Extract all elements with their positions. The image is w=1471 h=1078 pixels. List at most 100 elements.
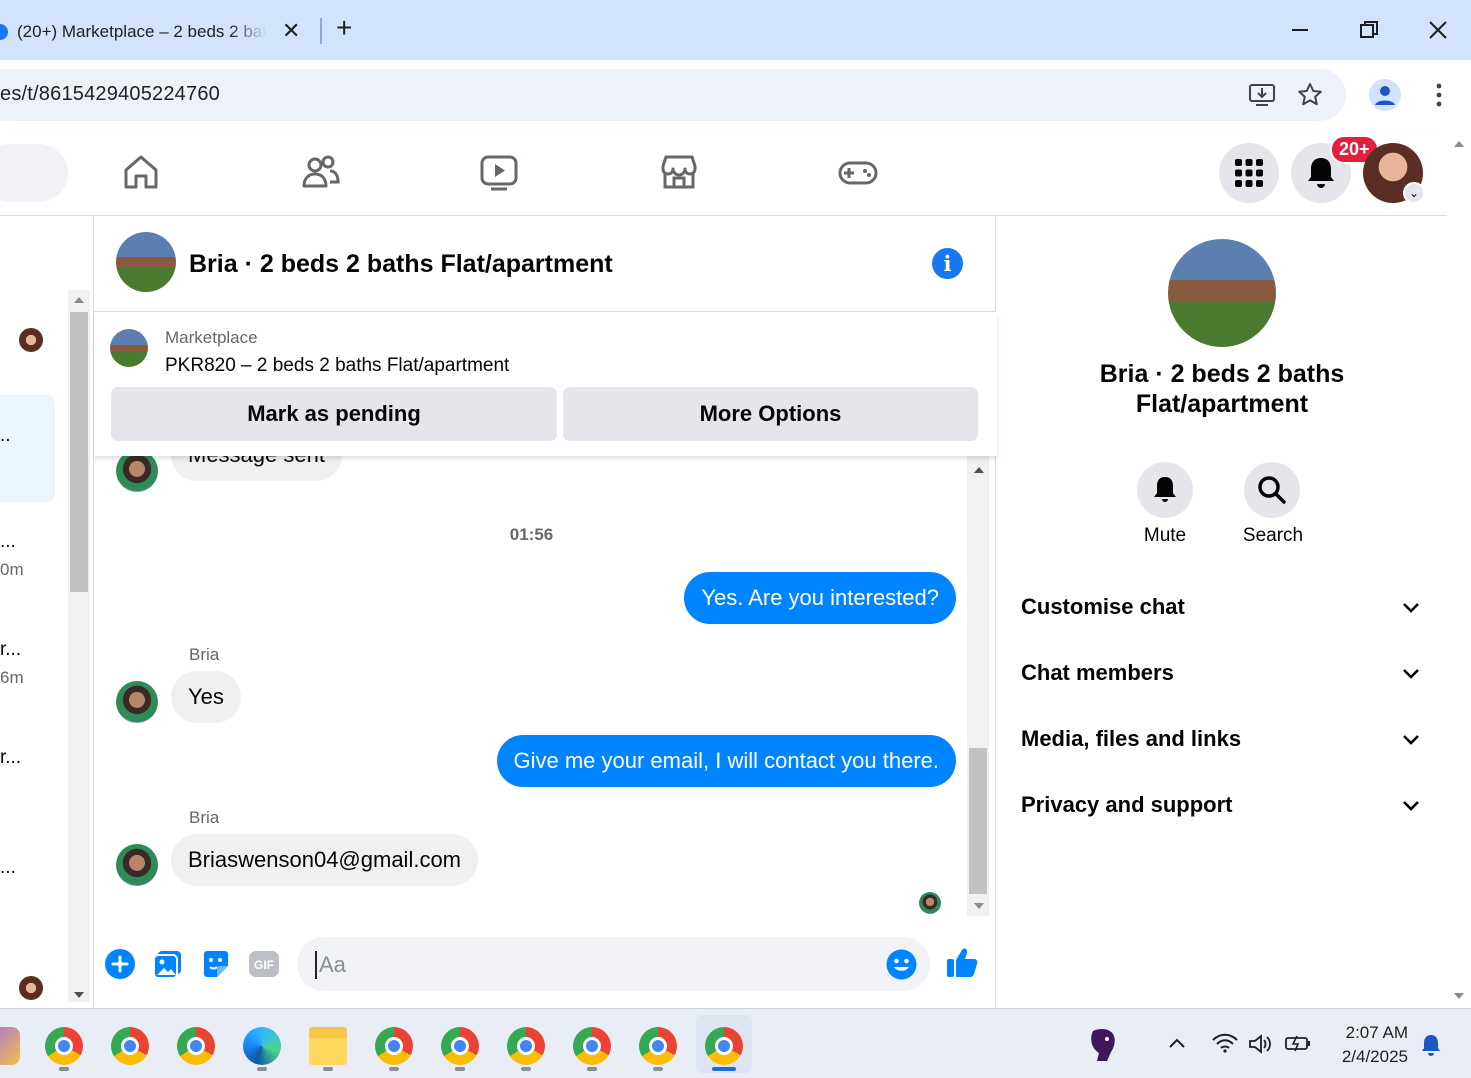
more-options-button[interactable]: More Options [563, 387, 978, 441]
chrome-profile-taskbar-icon[interactable] [375, 1027, 413, 1065]
media-files-links-section[interactable]: Media, files and links [996, 720, 1447, 760]
minimize-icon[interactable] [1290, 20, 1310, 40]
browser-tab[interactable]: (20+) Marketplace – 2 beds 2 baths ✕ [0, 8, 318, 60]
listing-thumbnail[interactable] [110, 329, 148, 367]
home-icon[interactable] [121, 152, 161, 192]
info-icon[interactable]: i [932, 248, 963, 279]
clock-time: 2:07 AM [1345, 1023, 1408, 1042]
scroll-down-arrow-icon[interactable] [73, 991, 85, 999]
install-app-icon[interactable] [1248, 82, 1276, 108]
address-bar[interactable]: es/t/8615429405224760 [0, 69, 1346, 121]
chat-scroll-up-icon[interactable] [973, 466, 985, 474]
url-text[interactable]: es/t/8615429405224760 [0, 83, 220, 106]
browser-menu-icon[interactable] [1430, 82, 1448, 108]
chat-scroll-down-icon[interactable] [973, 902, 985, 910]
mute-button[interactable] [1137, 462, 1193, 518]
chevron-down-icon [1403, 735, 1419, 745]
search-label: Search [1242, 525, 1304, 546]
premier-league-icon[interactable] [1087, 1027, 1119, 1063]
chrome-taskbar-icon[interactable] [45, 1027, 83, 1065]
browser-tab-strip: (20+) Marketplace – 2 beds 2 baths ✕ + [0, 0, 1471, 60]
tab-title: (20+) Marketplace – 2 beds 2 baths [17, 22, 267, 41]
svg-text:GIF: GIF [254, 958, 274, 972]
chevron-down-icon [1403, 801, 1419, 811]
conversation-name: r... [0, 747, 22, 768]
listing-profile-photo[interactable] [1168, 239, 1276, 347]
search-in-conversation-button[interactable] [1244, 462, 1300, 518]
sender-avatar [116, 681, 158, 723]
sender-avatar [116, 456, 158, 492]
search-icon [1258, 476, 1286, 504]
video-icon[interactable] [479, 152, 519, 192]
browser-toolbar: es/t/8615429405224760 [0, 60, 1471, 130]
chevron-down-icon [1403, 603, 1419, 613]
message-input[interactable] [315, 951, 875, 979]
conversation-item-active[interactable]: .. [0, 395, 55, 502]
listing-title[interactable]: PKR820 – 2 beds 2 baths Flat/apartment [165, 355, 509, 377]
message-input-container[interactable] [297, 937, 930, 991]
chrome-profile-taskbar-icon[interactable] [573, 1027, 611, 1065]
volume-icon[interactable] [1248, 1033, 1274, 1055]
scroll-up-arrow-icon[interactable] [73, 296, 85, 304]
mark-as-pending-button[interactable]: Mark as pending [111, 387, 557, 441]
conversation-details-panel: Bria · 2 beds 2 baths Flat/apartment Mut… [996, 216, 1447, 1008]
friends-icon[interactable] [300, 152, 340, 192]
account-chevron-icon[interactable]: ⌄ [1403, 182, 1425, 204]
notification-center-icon[interactable] [1420, 1033, 1442, 1057]
chrome-profile-taskbar-icon[interactable] [441, 1027, 479, 1065]
chat-title[interactable]: Bria · 2 beds 2 baths Flat/apartment [189, 250, 613, 279]
running-indicator [521, 1067, 531, 1071]
menu-grid-button[interactable] [1219, 143, 1279, 203]
conversation-item[interactable]: r... [0, 742, 55, 782]
bookmark-star-icon[interactable] [1297, 82, 1323, 108]
taskbar-app-icon[interactable] [0, 1027, 20, 1065]
chrome-taskbar-icon[interactable] [111, 1027, 149, 1065]
window-close-icon[interactable] [1427, 19, 1449, 41]
photo-icon[interactable] [152, 948, 184, 980]
facebook-search-input[interactable] [0, 144, 68, 202]
conversation-item[interactable]: ... 0m [0, 526, 55, 586]
conversation-item[interactable]: ... [0, 852, 55, 892]
edge-taskbar-icon[interactable] [243, 1027, 281, 1065]
message-bubble-incoming[interactable]: Briaswenson04@gmail.com [171, 834, 479, 886]
battery-charging-icon[interactable] [1284, 1033, 1312, 1053]
restore-icon[interactable] [1358, 19, 1380, 41]
file-explorer-icon[interactable] [309, 1027, 347, 1065]
page-scrollbar[interactable] [1447, 130, 1471, 1008]
privacy-support-section[interactable]: Privacy and support [996, 786, 1447, 826]
message-composer: GIF [94, 928, 997, 1008]
seen-avatar [19, 976, 43, 1000]
conversation-time: 0m [0, 560, 24, 579]
section-title: Customise chat [1021, 594, 1185, 619]
listing-photo[interactable] [116, 232, 176, 292]
chat-scroll-thumb[interactable] [969, 748, 987, 894]
wifi-icon[interactable] [1212, 1033, 1238, 1053]
gif-icon[interactable]: GIF [248, 948, 280, 980]
sticker-icon[interactable] [200, 948, 232, 980]
emoji-icon[interactable] [886, 949, 917, 980]
sender-name: Bria [189, 645, 220, 664]
plus-circle-icon[interactable] [104, 948, 136, 980]
chrome-profile-taskbar-icon[interactable] [639, 1027, 677, 1065]
chrome-profile-taskbar-icon[interactable] [507, 1027, 545, 1065]
thumbs-up-icon[interactable] [945, 945, 979, 979]
page-scroll-down-icon[interactable] [1453, 992, 1465, 1000]
running-indicator [257, 1067, 267, 1071]
conversation-list-scroll-thumb[interactable] [70, 312, 88, 592]
customise-chat-section[interactable]: Customise chat [996, 588, 1447, 628]
running-indicator [653, 1067, 663, 1071]
page-scroll-up-icon[interactable] [1453, 140, 1465, 148]
chat-members-section[interactable]: Chat members [996, 654, 1447, 694]
conversation-name: ... [0, 531, 16, 552]
conversation-name: r... [0, 639, 22, 660]
chrome-taskbar-icon[interactable] [177, 1027, 215, 1065]
marketplace-icon[interactable] [659, 152, 699, 192]
profile-icon[interactable] [1369, 79, 1401, 111]
tab-close-icon[interactable]: ✕ [282, 18, 300, 44]
conversation-item[interactable]: r... 6m [0, 634, 55, 694]
chrome-active-taskbar-icon[interactable] [705, 1027, 743, 1065]
gaming-icon[interactable] [838, 152, 878, 192]
show-hidden-icons-icon[interactable] [1168, 1037, 1186, 1049]
system-clock[interactable]: 2:07 AM 2/4/2025 [1330, 1021, 1408, 1069]
new-tab-button[interactable]: + [336, 12, 352, 44]
